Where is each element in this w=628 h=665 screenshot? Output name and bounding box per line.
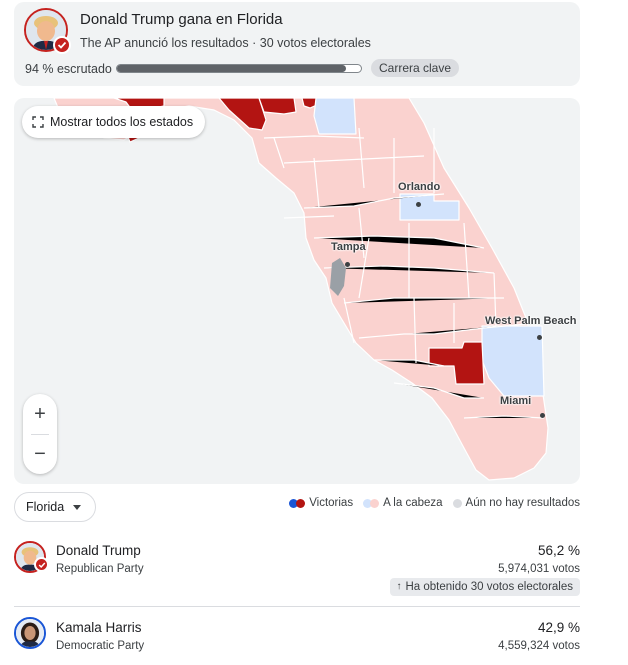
county-rep-win [258,98,297,115]
winner-check-icon [53,36,71,54]
county-dem-lead [313,98,357,135]
city-label-miami: Miami [500,395,532,407]
candidate-votes: 5,974,031 votos [498,563,580,575]
candidate-percent: 56,2 % [537,543,580,558]
reported-progress-fill [117,65,347,72]
city-dot-orlando [416,202,421,207]
victories-dots-icon [289,498,306,508]
candidate-name: Kamala Harris [56,620,142,635]
city-label-west-palm-beach: West Palm Beach [485,315,577,327]
legend-victories-label: Victorias [309,497,354,509]
candidate-party: Republican Party [56,563,144,575]
candidate-percent: 42,9 % [537,620,580,635]
winner-check-icon [34,557,49,572]
no-results-dot-icon [452,498,462,508]
chevron-down-icon [73,505,81,510]
candidate-party: Democratic Party [56,640,145,652]
reported-progress-bar [116,64,362,73]
legend-leading-label: A la cabeza [383,497,443,509]
electoral-votes-chip: ↑ Ha obtenido 30 votos electorales [389,578,580,596]
arrow-up-icon: ↑ [396,581,402,592]
electoral-votes-label: Ha obtenido 30 votos electorales [405,581,574,593]
legend-leading: A la cabeza [363,497,443,509]
candidate-divider [14,606,580,607]
zoom-out-button[interactable]: − [23,434,57,474]
leading-dots-icon [363,498,380,508]
reported-label: 94 % escrutado [25,62,112,76]
state-select-dropdown[interactable]: Florida [14,492,96,522]
fullscreen-icon [32,116,44,128]
zoom-in-button[interactable]: + [23,394,57,434]
show-all-states-label: Mostrar todos los estados [50,115,194,129]
city-dot-west-palm-beach [537,335,542,340]
legend-no-results: Aún no hay resultados [452,497,580,509]
city-label-orlando: Orlando [398,181,441,193]
legend-no-results-label: Aún no hay resultados [465,497,580,509]
map-canvas[interactable] [14,98,580,484]
city-label-tampa: Tampa [331,241,366,253]
city-dot-tampa [345,262,350,267]
show-all-states-button[interactable]: Mostrar todos los estados [22,106,206,138]
florida-county-map[interactable]: Mostrar todos los estados + − Orlando Ta… [14,98,580,484]
candidate-name: Donald Trump [56,543,141,558]
candidate-row-harris[interactable]: Kamala Harris Democratic Party 42,9 % 4,… [14,617,580,657]
map-legend: Victorias A la cabeza Aún no hay resulta… [289,497,580,509]
result-title: Donald Trump gana en Florida [80,11,283,28]
city-dot-miami [540,413,545,418]
key-race-chip: Carrera clave [371,59,460,77]
harris-candidate-avatar [14,617,46,649]
florida-land [53,98,549,481]
state-select-value: Florida [26,500,65,514]
candidate-votes: 4,559,324 votos [498,640,580,652]
legend-victories: Victorias [289,497,353,509]
result-header-card: Donald Trump gana en Florida The AP anun… [14,2,580,86]
zoom-control: + − [23,394,57,474]
candidate-row-trump[interactable]: Donald Trump Republican Party 56,2 % 5,9… [14,540,580,600]
result-subtitle: The AP anunció los resultados · 30 votos… [80,36,371,50]
